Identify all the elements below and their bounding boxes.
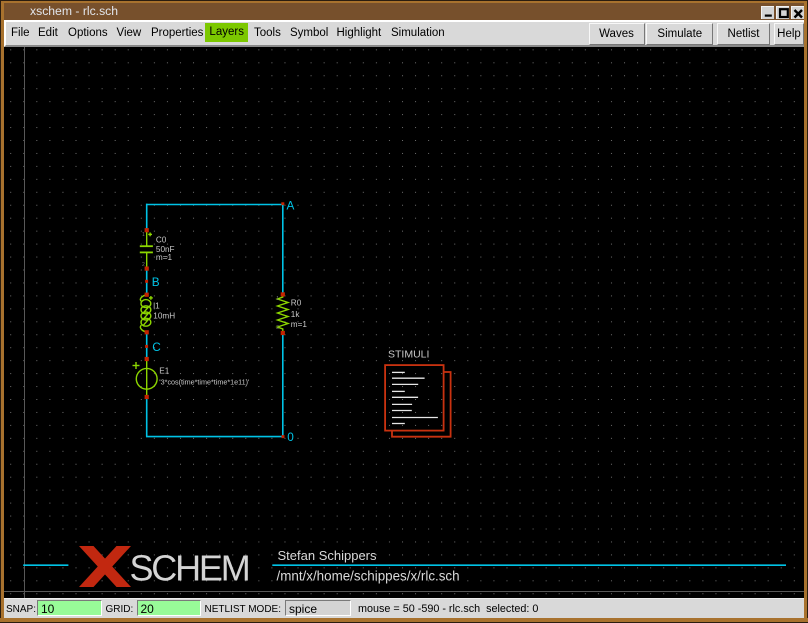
svg-text:STIMULI: STIMULI — [388, 349, 429, 361]
svg-text:2: 2 — [276, 325, 279, 331]
svg-text:C0: C0 — [156, 236, 167, 245]
svg-text:2: 2 — [142, 262, 145, 268]
svg-text:/mnt/x/home/schippes/x/rlc.sch: /mnt/x/home/schippes/x/rlc.sch — [277, 568, 460, 583]
svg-text:R0: R0 — [291, 299, 302, 308]
svg-text:Stefan Schippers: Stefan Schippers — [278, 548, 378, 563]
svg-text:E1: E1 — [159, 367, 169, 376]
svg-text:C: C — [152, 340, 161, 354]
svg-text:A: A — [287, 199, 295, 213]
svg-text:10mH: 10mH — [153, 312, 175, 321]
svg-text:B: B — [152, 275, 160, 289]
svg-text:'3*cos(time*time*time*1e11)': '3*cos(time*time*time*1e11)' — [159, 377, 250, 386]
svg-text:SCHEM: SCHEM — [130, 548, 249, 589]
svg-text:0: 0 — [287, 430, 294, 444]
svg-text:m=1: m=1 — [291, 320, 308, 329]
svg-text:1: 1 — [276, 296, 279, 302]
svg-text:1k: 1k — [291, 310, 301, 319]
svg-text:1: 1 — [142, 232, 145, 238]
svg-text:m=1: m=1 — [156, 253, 173, 262]
svg-text:l1: l1 — [153, 301, 160, 310]
